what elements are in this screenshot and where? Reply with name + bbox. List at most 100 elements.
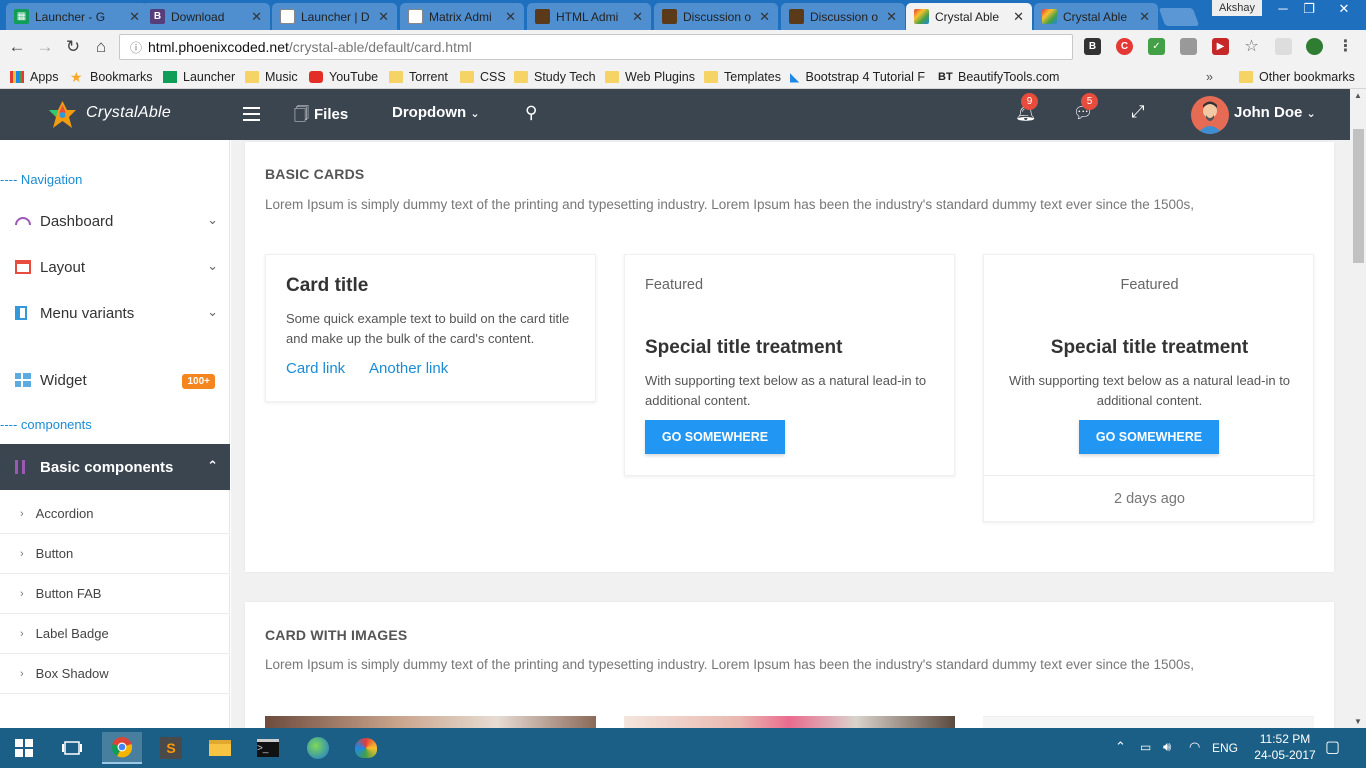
brand-name[interactable]: CrystalAble — [86, 104, 171, 122]
go-somewhere-button[interactable]: GO SOMEWHERE — [645, 420, 785, 454]
close-window-icon[interactable]: ✕ — [1326, 0, 1362, 18]
browser-tab[interactable]: Matrix Admi ✕ — [400, 3, 524, 30]
bookmark-youtube[interactable]: YouTube — [309, 68, 378, 86]
close-icon[interactable]: ✕ — [759, 9, 770, 25]
restore-icon[interactable]: ❐ — [1296, 0, 1322, 18]
youtube-icon — [309, 71, 323, 83]
chevron-more-icon[interactable]: » — [1206, 68, 1213, 86]
home-icon[interactable]: ⌂ — [90, 36, 112, 58]
wifi-icon[interactable]: ◠ — [1189, 739, 1200, 755]
chevron-right-icon: › — [20, 547, 24, 560]
file-explorer-icon[interactable] — [200, 732, 240, 764]
browser-tab[interactable]: HTML Admi ✕ — [527, 3, 651, 30]
close-icon[interactable]: ✕ — [632, 9, 643, 25]
sidebar-subitem-button[interactable]: › Button — [0, 534, 230, 574]
chevron-down-icon: ⌄ — [470, 108, 480, 120]
sublime-icon[interactable]: S — [151, 732, 191, 764]
close-icon[interactable]: ✕ — [129, 9, 140, 25]
volume-icon[interactable]: 🔊︎ — [1163, 739, 1171, 755]
bookmark-launcher[interactable]: Launcher — [163, 68, 235, 86]
bookmark-beautifytools[interactable]: BT BeautifyTools.com — [938, 68, 1059, 86]
browser-tab-strip: ▦ Launcher - G ✕ B Download ✕ Launcher |… — [0, 0, 1366, 30]
browser-tab[interactable]: B Download ✕ — [142, 3, 270, 30]
bookmark-bootstrap-tutorial[interactable]: ◣ Bootstrap 4 Tutorial F — [790, 68, 925, 86]
bookmark-other[interactable]: Other bookmarks — [1239, 68, 1355, 86]
paint-icon[interactable] — [346, 732, 386, 764]
bootstrap-ext-icon[interactable]: B — [1084, 38, 1101, 55]
forward-icon[interactable]: → — [34, 36, 56, 58]
close-icon[interactable]: ✕ — [1139, 9, 1150, 25]
clock-time[interactable]: 11:52 PM — [1255, 732, 1315, 746]
close-icon[interactable]: ✕ — [886, 9, 897, 25]
sidebar-subitem-box-shadow[interactable]: › Box Shadow — [0, 654, 230, 694]
close-icon[interactable]: ✕ — [251, 9, 262, 25]
dropdown-menu[interactable]: Dropdown ⌄ — [392, 104, 480, 121]
bookmark-study-tech[interactable]: Study Tech — [514, 68, 596, 86]
back-icon[interactable]: ← — [6, 36, 28, 58]
battery-icon[interactable]: ▭ — [1140, 740, 1151, 754]
sidebar-item-basic-components[interactable]: Basic components ⌃ — [0, 444, 230, 490]
close-icon[interactable]: ✕ — [378, 9, 389, 25]
another-link[interactable]: Another link — [369, 360, 448, 377]
chrome-taskbar-icon[interactable] — [102, 732, 142, 764]
scroll-down-icon[interactable]: ▼ — [1354, 717, 1362, 726]
action-center-icon[interactable]: ▢ — [1325, 737, 1340, 757]
ext-red-icon[interactable]: C — [1116, 38, 1133, 55]
profile-button[interactable]: Akshay — [1212, 0, 1262, 16]
address-bar[interactable]: ⓘ html.phoenixcoded.net/crystal-able/def… — [119, 34, 1073, 60]
card-link[interactable]: Card link — [286, 360, 345, 377]
sidebar-subitem-accordion[interactable]: › Accordion — [0, 494, 230, 534]
shield-icon[interactable]: ✓ — [1148, 38, 1165, 55]
bookmark-templates[interactable]: Templates — [704, 68, 781, 86]
terminal-icon[interactable]: >_ — [248, 732, 288, 764]
browser-tab[interactable]: Discussion o ✕ — [781, 3, 905, 30]
scrollbar-thumb[interactable] — [1353, 129, 1364, 263]
browser-tab[interactable]: ▦ Launcher - G ✕ — [6, 3, 148, 30]
task-view-icon[interactable] — [52, 732, 92, 764]
browser-tab[interactable]: Discussion o ✕ — [654, 3, 778, 30]
tray-chevron-up-icon[interactable]: ⌃ — [1115, 739, 1126, 755]
page-scrollbar[interactable]: ▲ ▼ — [1350, 89, 1366, 728]
globe-app-icon[interactable] — [298, 732, 338, 764]
bookmark-bookmarks[interactable]: ★ Bookmarks — [70, 68, 153, 86]
bookmark-web-plugins[interactable]: Web Plugins — [605, 68, 695, 86]
windows-start-icon[interactable] — [4, 732, 44, 764]
clock-date[interactable]: 24-05-2017 — [1250, 748, 1320, 762]
bookmark-apps[interactable]: Apps — [10, 68, 59, 86]
close-icon[interactable]: ✕ — [1013, 9, 1024, 25]
bookmark-torrent[interactable]: Torrent — [389, 68, 448, 86]
sidebar-item-layout[interactable]: Layout ⌄ — [0, 244, 230, 290]
star-icon[interactable]: ☆ — [1243, 38, 1260, 55]
bookmark-css[interactable]: CSS — [460, 68, 506, 86]
hamburger-menu-icon[interactable] — [243, 107, 260, 121]
bootstrap-icon: B — [150, 9, 165, 24]
browser-tab[interactable]: Crystal Able ✕ — [1034, 3, 1158, 30]
fullscreen-icon[interactable]: ⤢ — [1131, 102, 1145, 122]
widget-count-badge: 100+ — [182, 374, 215, 389]
files-menu[interactable]: 🗍 Files — [294, 104, 348, 129]
browser-tab[interactable]: Launcher | D ✕ — [272, 3, 397, 30]
search-icon[interactable]: ⚲ — [525, 103, 537, 123]
ext-cast-icon[interactable] — [1275, 38, 1292, 55]
sidebar-subitem-button-fab[interactable]: › Button FAB — [0, 574, 230, 614]
avatar[interactable] — [1191, 96, 1229, 134]
sidebar-item-menu-variants[interactable]: Menu variants ⌄ — [0, 290, 230, 336]
new-tab-button[interactable] — [1158, 8, 1200, 26]
sidebar-subitem-label-badge[interactable]: › Label Badge — [0, 614, 230, 654]
scroll-up-icon[interactable]: ▲ — [1354, 91, 1362, 100]
language-indicator[interactable]: ENG — [1212, 741, 1238, 755]
menu-dots-icon[interactable]: ⋮ — [1337, 38, 1354, 55]
minimize-icon[interactable]: ─ — [1270, 0, 1296, 18]
bookmark-music[interactable]: Music — [245, 68, 298, 86]
ext-gray-icon[interactable] — [1180, 38, 1197, 55]
go-somewhere-button[interactable]: GO SOMEWHERE — [1079, 420, 1219, 454]
logo-icon[interactable] — [49, 101, 76, 128]
ext-play-icon[interactable]: ▶ — [1212, 38, 1229, 55]
sidebar-item-dashboard[interactable]: Dashboard ⌄ — [0, 198, 230, 244]
close-icon[interactable]: ✕ — [505, 9, 516, 25]
ext-green-icon[interactable] — [1306, 38, 1323, 55]
reload-icon[interactable]: ↻ — [62, 36, 84, 58]
browser-tab-active[interactable]: Crystal Able ✕ — [906, 3, 1032, 30]
user-menu[interactable]: John Doe ⌄ — [1234, 104, 1316, 121]
sidebar-item-widget[interactable]: Widget 100+ — [0, 357, 230, 403]
